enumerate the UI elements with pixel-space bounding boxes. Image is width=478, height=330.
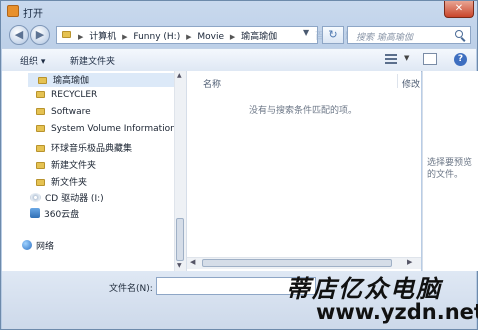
cd-drive-icon (30, 193, 41, 202)
folder-icon (36, 125, 45, 132)
breadcrumb-computer[interactable]: 计算机 (89, 32, 116, 42)
breadcrumb-current[interactable]: 瑜高瑜伽 (241, 32, 277, 42)
nav-item-folder[interactable]: 瑜高瑜伽 (28, 73, 174, 87)
search-input[interactable]: 搜索 瑜高瑜伽 (347, 26, 471, 44)
search-icon (455, 30, 463, 38)
organize-button[interactable]: 组织 ▾ (20, 54, 45, 67)
breadcrumb: ▶ 计算机 ▶ Funny (H:) ▶ Movie ▶ 瑜高瑜伽 (78, 32, 278, 42)
watermark-text: 蒂店亿众电脑 (286, 274, 442, 303)
nav-item-folder[interactable]: 新建文件夹 (36, 158, 96, 172)
new-folder-button[interactable]: 新建文件夹 (70, 54, 115, 67)
refresh-button[interactable]: ↻ (322, 26, 344, 44)
scroll-right-icon[interactable]: ▶ (407, 258, 412, 266)
folder-icon (36, 91, 45, 98)
address-bar[interactable]: ▶ 计算机 ▶ Funny (H:) ▶ Movie ▶ 瑜高瑜伽 (56, 26, 318, 44)
watermark-url: www.yzdn.net (316, 300, 478, 324)
scroll-down-icon[interactable]: ▼ (177, 262, 182, 269)
back-button[interactable]: ◀ (9, 25, 29, 45)
column-header-modified[interactable]: 修改 (402, 77, 420, 90)
preview-message: 选择要预览的文件。 (427, 158, 473, 180)
nav-item-folder[interactable]: System Volume Information (36, 124, 176, 138)
back-arrow-icon: ◀ (14, 28, 24, 41)
navigation-pane: 瑜高瑜伽 RECYCLER Software System Volume Inf… (2, 71, 187, 271)
help-icon[interactable]: ? (454, 53, 467, 66)
nav-item-360-cloud[interactable]: 360云盘 (30, 207, 79, 221)
nav-item-folder[interactable]: 新文件夹 (36, 175, 87, 189)
scroll-up-icon[interactable]: ▲ (177, 72, 182, 79)
forward-button[interactable]: ▶ (30, 25, 50, 45)
preview-pane-icon[interactable] (423, 53, 437, 65)
preview-pane: 选择要预览的文件。 (422, 71, 478, 271)
nav-item-folder[interactable]: Software (36, 107, 91, 121)
cloud-drive-icon (30, 208, 40, 218)
app-icon (7, 5, 19, 17)
scroll-thumb[interactable] (176, 218, 184, 261)
view-dropdown-icon[interactable]: ▼ (404, 54, 409, 62)
open-dialog-window: 打开 ✕ ◀ ▶ ▶ 计算机 ▶ Funny (H:) ▶ Movie ▶ 瑜高… (0, 0, 478, 330)
scroll-left-icon[interactable]: ◀ (190, 258, 195, 266)
refresh-icon: ↻ (328, 28, 338, 41)
scroll-thumb[interactable] (202, 259, 392, 267)
folder-icon (62, 31, 71, 38)
search-placeholder: 搜索 瑜高瑜伽 (356, 33, 413, 43)
nav-item-folder[interactable]: RECYCLER (36, 90, 97, 104)
empty-message: 没有与搜索条件匹配的项。 (249, 106, 358, 116)
folder-icon (36, 145, 45, 152)
folder-icon (36, 162, 45, 169)
view-list-icon[interactable] (385, 54, 397, 64)
address-dropdown-icon[interactable]: ▼ (303, 28, 309, 37)
column-divider[interactable] (397, 74, 398, 88)
breadcrumb-movie[interactable]: Movie (197, 32, 224, 42)
filename-label: 文件名(N): (109, 284, 153, 294)
title-bar: 打开 ✕ (1, 1, 477, 21)
folder-icon (36, 108, 45, 115)
nav-item-folder[interactable]: 环球音乐极品典藏集 (36, 141, 132, 155)
nav-item-cd-drive[interactable]: CD 驱动器 (I:) (30, 191, 104, 205)
forward-arrow-icon: ▶ (35, 28, 45, 41)
nav-item-network[interactable]: 网络 (22, 239, 54, 253)
close-button[interactable]: ✕ (444, 1, 474, 18)
folder-icon (36, 179, 45, 186)
column-header-name[interactable]: 名称 (203, 77, 221, 90)
network-icon (22, 240, 32, 250)
nav-scrollbar[interactable]: ▲ ▼ (174, 71, 186, 271)
file-list: 名称 修改 没有与搜索条件匹配的项。 ◀ ▶ (187, 71, 421, 271)
folder-icon (38, 77, 47, 84)
window-title: 打开 (23, 9, 43, 20)
toolbar: 组织 ▾ 新建文件夹 ▼ ? (2, 48, 476, 72)
breadcrumb-drive[interactable]: Funny (H:) (133, 32, 180, 42)
horizontal-scrollbar[interactable]: ◀ ▶ (187, 257, 421, 269)
